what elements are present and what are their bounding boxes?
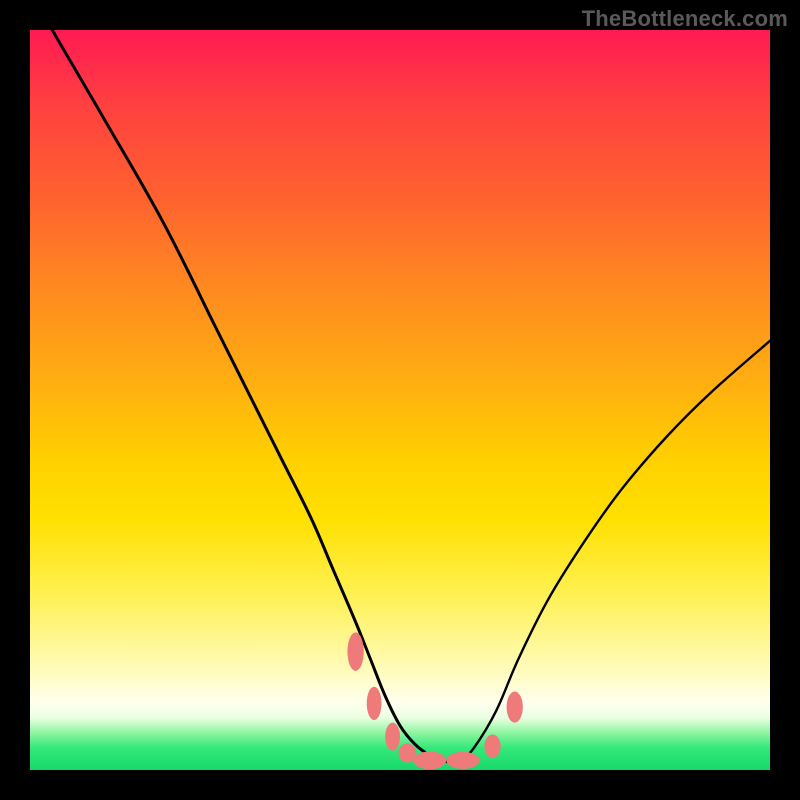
highlight-marker <box>507 692 523 723</box>
highlight-marker <box>413 752 446 770</box>
left-curve <box>52 30 459 763</box>
highlight-marker <box>367 687 382 720</box>
chart-frame: TheBottleneck.com <box>0 0 800 800</box>
right-curve <box>459 341 770 763</box>
watermark-text: TheBottleneck.com <box>582 6 788 32</box>
highlight-marker <box>347 632 363 670</box>
marker-group <box>347 632 522 769</box>
plot-area <box>30 30 770 770</box>
highlight-marker <box>484 734 500 758</box>
highlight-marker <box>385 723 400 751</box>
highlight-marker <box>446 752 479 769</box>
chart-svg <box>30 30 770 770</box>
